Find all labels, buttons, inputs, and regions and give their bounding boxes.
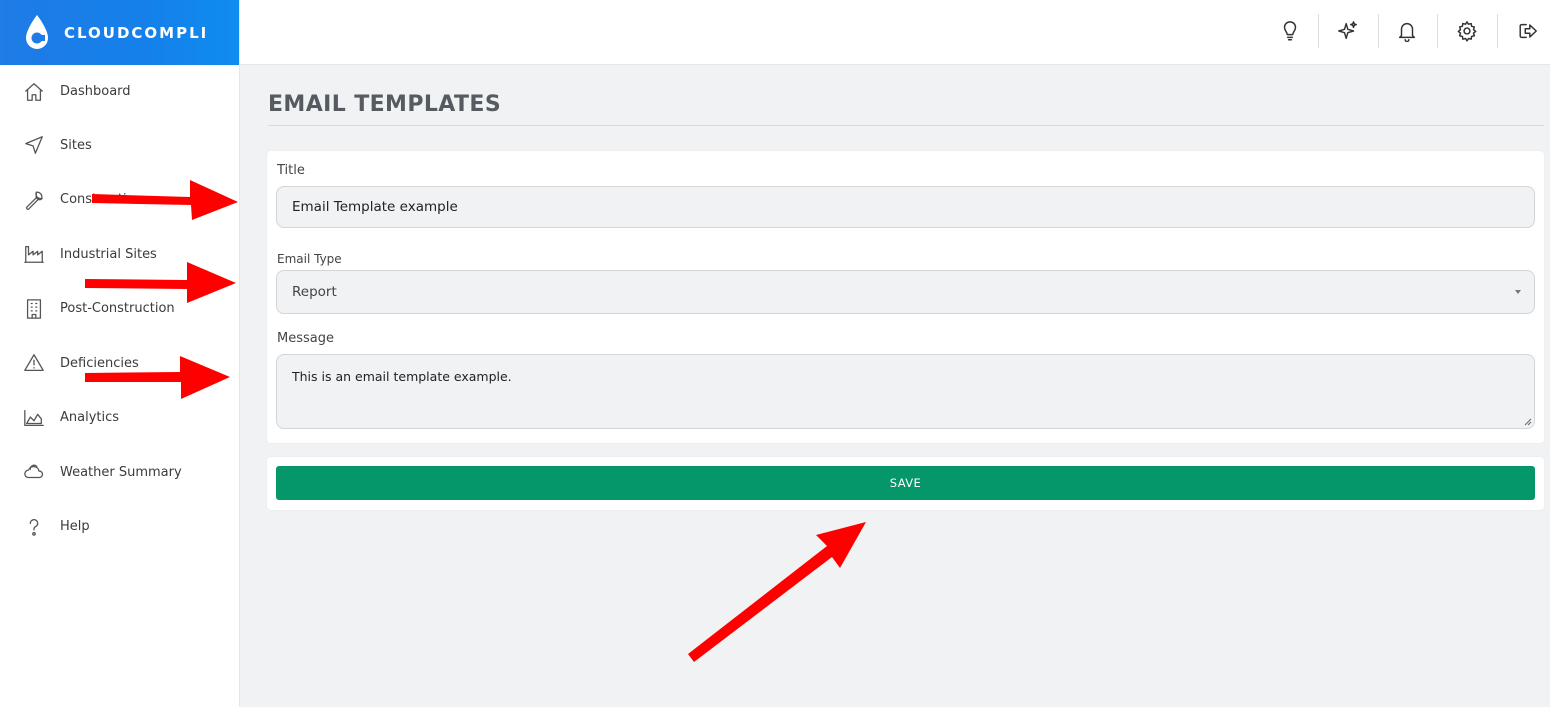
factory-icon <box>22 242 46 266</box>
email-type-select[interactable]: Report <box>276 270 1535 314</box>
gear-icon[interactable] <box>1452 14 1482 48</box>
wrench-icon <box>22 188 46 212</box>
sidebar-item-deficiencies[interactable]: Deficiencies <box>0 336 239 391</box>
message-label: Message <box>277 331 334 346</box>
building-icon <box>22 297 46 321</box>
sparkles-icon[interactable] <box>1333 14 1363 48</box>
email-type-selected-value: Report <box>292 284 337 300</box>
warning-icon <box>22 351 46 375</box>
header-divider <box>1437 14 1438 48</box>
cloudcompli-logo-icon <box>26 14 48 49</box>
lightbulb-icon[interactable] <box>1275 14 1305 48</box>
sidebar-item-label: Help <box>60 519 90 535</box>
sidebar-item-construction[interactable]: Construction <box>0 173 239 228</box>
save-button[interactable]: SAVE <box>276 466 1535 500</box>
sidebar-item-label: Construction <box>60 192 143 208</box>
sidebar-item-label: Analytics <box>60 410 120 426</box>
area-chart-icon <box>22 406 46 430</box>
sidebar-item-sites[interactable]: Sites <box>0 118 239 173</box>
home-icon <box>22 80 46 104</box>
sidebar-item-weather-summary[interactable]: Weather Summary <box>0 445 239 500</box>
sidebar-item-label: Dashboard <box>60 84 131 99</box>
navigation-icon <box>22 133 46 157</box>
sidebar-item-label: Sites <box>60 137 92 153</box>
sidebar-item-industrial-sites[interactable]: Industrial Sites <box>0 227 239 282</box>
sidebar-nav: Dashboard Sites Construction Industrial … <box>0 65 239 554</box>
sidebar-item-help[interactable]: Help <box>0 500 239 555</box>
sidebar-item-label: Post-Construction <box>60 301 175 317</box>
help-icon <box>22 515 46 539</box>
top-header <box>240 0 1550 65</box>
caret-down-icon <box>1515 290 1521 294</box>
title-divider <box>268 125 1544 126</box>
brand-name: CLOUDCOMPLI <box>64 23 209 42</box>
header-divider <box>1318 14 1319 48</box>
bell-icon[interactable] <box>1392 14 1422 48</box>
resize-grip-icon[interactable] <box>1524 418 1532 426</box>
sidebar-item-post-construction[interactable]: Post-Construction <box>0 282 239 337</box>
cloud-icon <box>22 460 46 484</box>
brand-header[interactable]: CLOUDCOMPLI <box>0 0 239 65</box>
message-textarea[interactable]: This is an email template example. <box>276 354 1535 429</box>
title-label: Title <box>277 163 305 178</box>
sidebar-item-label: Industrial Sites <box>60 246 157 262</box>
sidebar: CLOUDCOMPLI Dashboard Sites Construction… <box>0 0 240 707</box>
arrow-icon <box>688 522 866 662</box>
sidebar-item-dashboard[interactable]: Dashboard <box>0 65 239 118</box>
header-divider <box>1378 14 1379 48</box>
title-input[interactable] <box>276 186 1535 228</box>
save-card: SAVE <box>267 457 1544 510</box>
sidebar-item-analytics[interactable]: Analytics <box>0 391 239 446</box>
header-divider <box>1497 14 1498 48</box>
page-title: EMAIL TEMPLATES <box>268 92 502 117</box>
email-type-label: Email Type <box>277 252 342 266</box>
sidebar-item-label: Deficiencies <box>60 355 139 371</box>
logout-icon[interactable] <box>1513 14 1543 48</box>
sidebar-item-label: Weather Summary <box>60 464 182 480</box>
email-template-form: Title Email Type Report Message This is … <box>267 151 1544 443</box>
